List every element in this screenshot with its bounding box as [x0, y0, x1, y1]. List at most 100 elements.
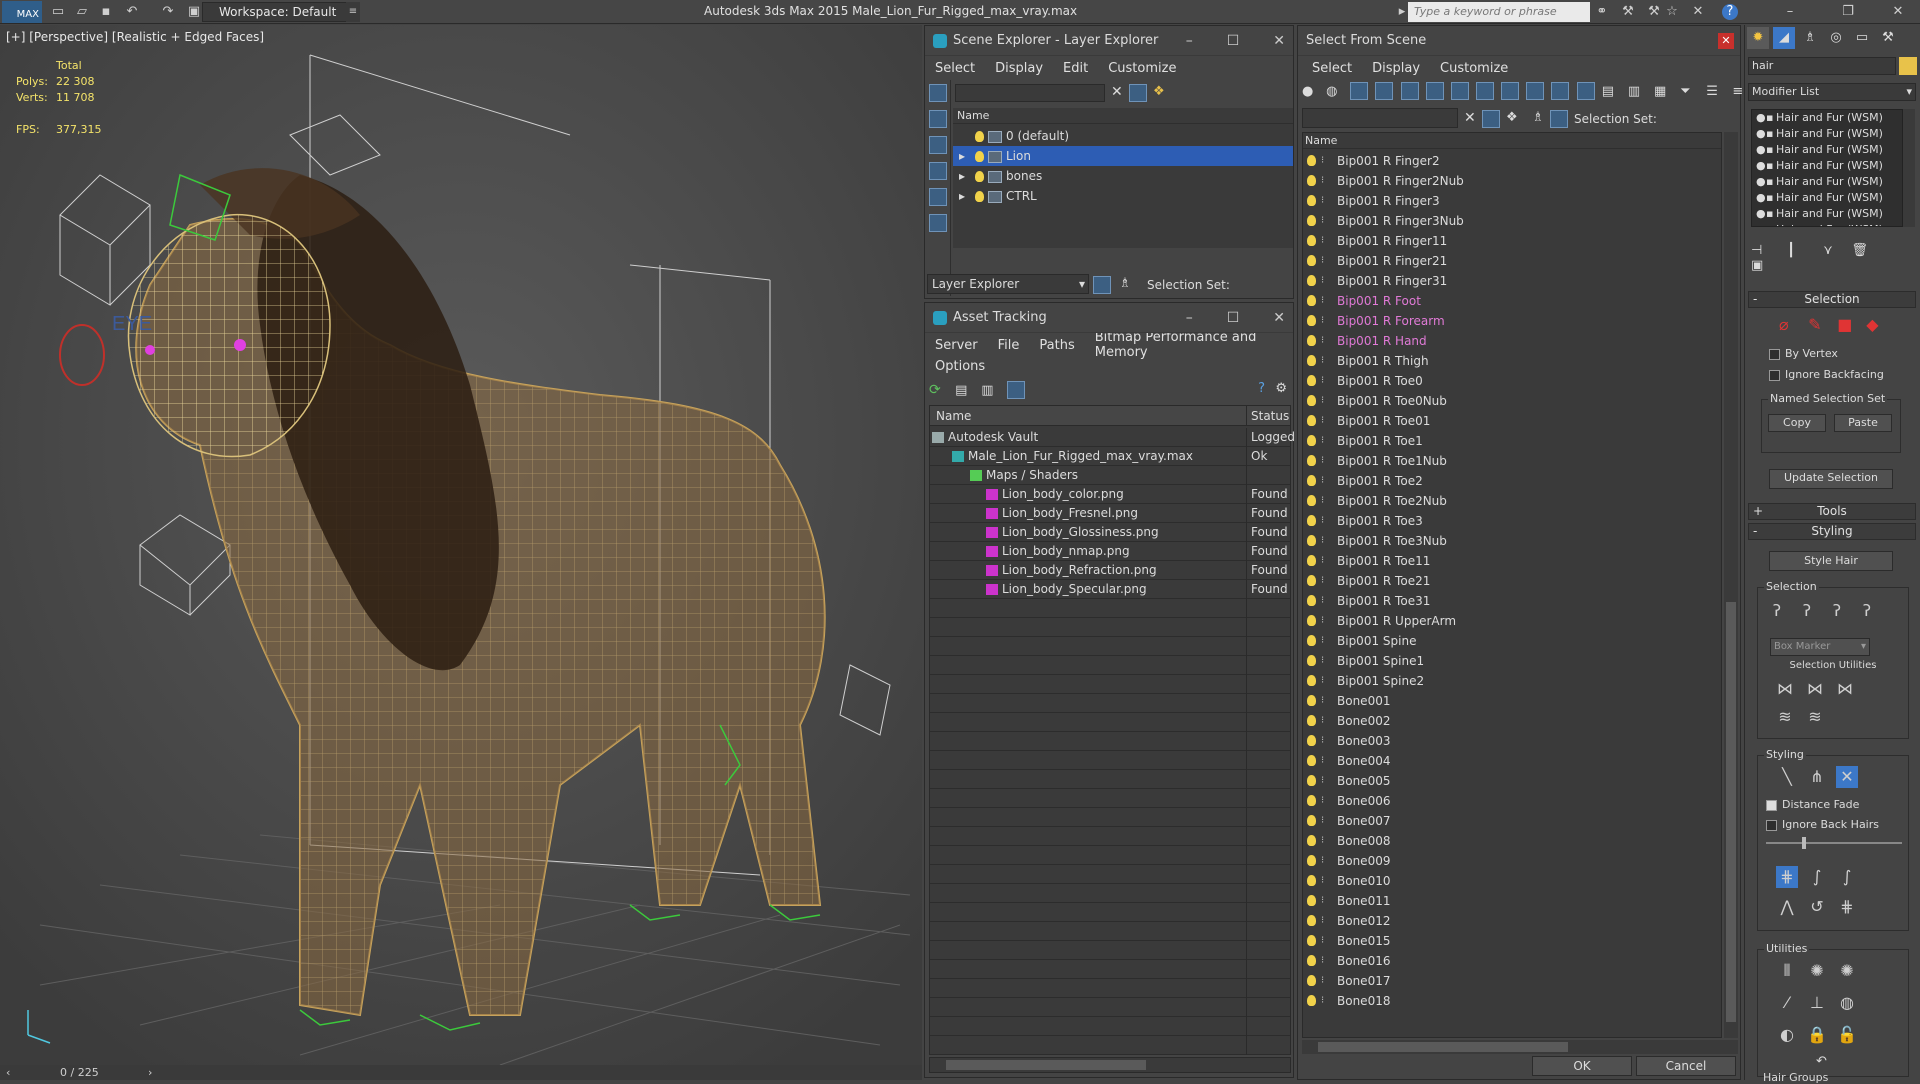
modifier-expand-icon[interactable]: ▪: [1766, 142, 1776, 158]
lock-icon[interactable]: 🔒: [1806, 1024, 1828, 1046]
redo-icon[interactable]: ↷: [160, 4, 176, 20]
viewport-label[interactable]: [+] [Perspective] [Realistic + Edged Fac…: [6, 30, 264, 44]
clear-find-icon[interactable]: ✕: [1464, 110, 1476, 126]
pop-selected-icon[interactable]: ✺: [1806, 960, 1828, 982]
xrefs-filter-icon[interactable]: [1526, 82, 1545, 100]
menu-file[interactable]: File: [988, 338, 1030, 353]
minimize-icon[interactable]: –: [1186, 303, 1193, 333]
object-row[interactable]: ⁝ Bip001 R Thigh: [1303, 351, 1721, 371]
lights-filter-icon[interactable]: [1400, 82, 1419, 100]
utilities-tab-icon[interactable]: ⚒: [1877, 27, 1899, 49]
menu-edit[interactable]: Edit: [1053, 61, 1098, 76]
modifier-expand-icon[interactable]: ▪: [1766, 222, 1776, 226]
modifier-expand-icon[interactable]: ▪: [1766, 206, 1776, 222]
help-icon[interactable]: ?: [1258, 381, 1265, 396]
column-header-name[interactable]: Name: [1303, 133, 1721, 149]
freeze-icon[interactable]: ⁝: [1321, 311, 1324, 331]
time-slider-next-icon[interactable]: ›: [148, 1065, 152, 1080]
object-row[interactable]: ⁝ Bone015: [1303, 931, 1721, 951]
select-from-scene-titlebar[interactable]: Select From Scene ✕: [1298, 26, 1740, 56]
object-row[interactable]: ⁝ Bone009: [1303, 851, 1721, 871]
visibility-bulb-icon[interactable]: [1307, 635, 1316, 646]
thumbnail-view-icon[interactable]: ▥: [981, 383, 1003, 398]
visibility-bulb-icon[interactable]: [1307, 555, 1316, 566]
object-row[interactable]: ⁝ Bone004: [1303, 751, 1721, 771]
select-hair-by-end-icon[interactable]: ʔ: [1766, 600, 1788, 622]
modifier-expand-icon[interactable]: ▪: [1766, 126, 1776, 142]
object-row[interactable]: ⁝ Bip001 R Toe1Nub: [1303, 451, 1721, 471]
freeze-icon[interactable]: ⁝: [1321, 831, 1324, 851]
asset-row[interactable]: Male_Lion_Fur_Rigged_max_vray.max Ok: [930, 447, 1290, 466]
visibility-bulb-icon[interactable]: [975, 191, 984, 202]
visibility-bulb-icon[interactable]: [1307, 195, 1316, 206]
freeze-icon[interactable]: ⁝: [1321, 371, 1324, 391]
visibility-bulb-icon[interactable]: [1307, 875, 1316, 886]
reset-rest-icon[interactable]: ⊥: [1806, 992, 1828, 1014]
visibility-bulb-icon[interactable]: [1307, 995, 1316, 1006]
menu-bitmap-performance[interactable]: Bitmap Performance and Memory: [1085, 330, 1293, 360]
scrollbar-thumb[interactable]: [946, 1060, 1146, 1070]
display-lights-icon[interactable]: [929, 214, 947, 232]
visibility-bulb-icon[interactable]: [1307, 395, 1316, 406]
freeze-icon[interactable]: ⁝: [1321, 791, 1324, 811]
object-row[interactable]: ⁝ Bip001 R Toe3: [1303, 511, 1721, 531]
freeze-icon[interactable]: ⁝: [1321, 871, 1324, 891]
find-field[interactable]: [1302, 108, 1458, 128]
freeze-icon[interactable]: ⁝: [1321, 611, 1324, 631]
object-row[interactable]: ⁝ Bip001 R Toe1: [1303, 431, 1721, 451]
display-none-icon[interactable]: [929, 84, 947, 102]
face-icon[interactable]: ■: [1837, 315, 1861, 334]
style-hair-button[interactable]: Style Hair: [1769, 551, 1893, 571]
horizontal-scrollbar[interactable]: [1302, 1040, 1738, 1054]
help-icon[interactable]: ?: [1722, 4, 1738, 20]
paste-button[interactable]: Paste: [1834, 414, 1892, 432]
spacewarps-filter-icon[interactable]: [1475, 82, 1494, 100]
star-icon[interactable]: ☆: [1664, 4, 1680, 20]
toggle-collisions-icon[interactable]: ◍: [1836, 992, 1858, 1014]
list-icon[interactable]: ▦: [1654, 84, 1676, 99]
menu-select[interactable]: Select: [925, 61, 985, 76]
make-unique-icon[interactable]: ⋎: [1823, 243, 1847, 258]
open-file-icon[interactable]: ▱: [74, 4, 90, 20]
select-whole-guide-icon[interactable]: ʔ: [1796, 600, 1818, 622]
project-folder-icon[interactable]: ▣: [186, 4, 202, 20]
visibility-bulb-icon[interactable]: [1307, 835, 1316, 846]
object-row[interactable]: ⁝ Bip001 Spine: [1303, 631, 1721, 651]
expand-arrow-icon[interactable]: ▸: [959, 146, 965, 166]
object-row[interactable]: ⁝ Bip001 R Toe0: [1303, 371, 1721, 391]
remove-modifier-icon[interactable]: 🗑: [1851, 243, 1887, 258]
freeze-icon[interactable]: ⁝: [1321, 691, 1324, 711]
columns-icon[interactable]: ▥: [1628, 84, 1650, 99]
pop-zero-icon[interactable]: ✺: [1836, 960, 1858, 982]
modifier-toggle-icon[interactable]: ●: [1756, 190, 1766, 206]
object-row[interactable]: ⁝ Bone011: [1303, 891, 1721, 911]
visibility-bulb-icon[interactable]: [1307, 675, 1316, 686]
visibility-bulb-icon[interactable]: [1307, 935, 1316, 946]
visibility-bulb-icon[interactable]: [1307, 975, 1316, 986]
freeze-icon[interactable]: ⁝: [1321, 411, 1324, 431]
by-vertex-option[interactable]: By Vertex: [1769, 347, 1838, 360]
visibility-bulb-icon[interactable]: [1307, 235, 1316, 246]
display-cameras-icon[interactable]: [929, 188, 947, 206]
display-none-icon[interactable]: ●: [1302, 84, 1322, 99]
freeze-icon[interactable]: ⁝: [1321, 631, 1324, 651]
cameras-filter-icon[interactable]: [1425, 82, 1444, 100]
object-row[interactable]: ⁝ Bone003: [1303, 731, 1721, 751]
create-tab-icon[interactable]: ✹: [1747, 27, 1769, 49]
modifier-stack-item[interactable]: ●▪Hair and Fur (WSM): [1752, 110, 1902, 126]
object-row[interactable]: ⁝ Bip001 R Finger3Nub: [1303, 211, 1721, 231]
selection-set-icon[interactable]: [1550, 110, 1568, 128]
asset-row[interactable]: Lion_body_color.png Found: [930, 485, 1290, 504]
menu-customize[interactable]: Customize: [1098, 61, 1186, 76]
freeze-icon[interactable]: ⁝: [1321, 991, 1324, 1011]
freeze-icon[interactable]: ⁝: [1321, 671, 1324, 691]
tools-icon[interactable]: ⚒: [1620, 4, 1636, 20]
selection-rollout-header[interactable]: - Selection: [1748, 291, 1916, 308]
box-marker-dropdown[interactable]: Box Marker ▾: [1770, 638, 1870, 656]
visibility-bulb-icon[interactable]: [1307, 615, 1316, 626]
hierarchy-icon[interactable]: ♗: [1119, 276, 1131, 291]
object-row[interactable]: ⁝ Bip001 R Finger2Nub: [1303, 171, 1721, 191]
visibility-bulb-icon[interactable]: [1307, 455, 1316, 466]
workspace-menu-button[interactable]: ≡: [346, 2, 360, 22]
time-slider-prev-icon[interactable]: ‹: [6, 1065, 10, 1080]
